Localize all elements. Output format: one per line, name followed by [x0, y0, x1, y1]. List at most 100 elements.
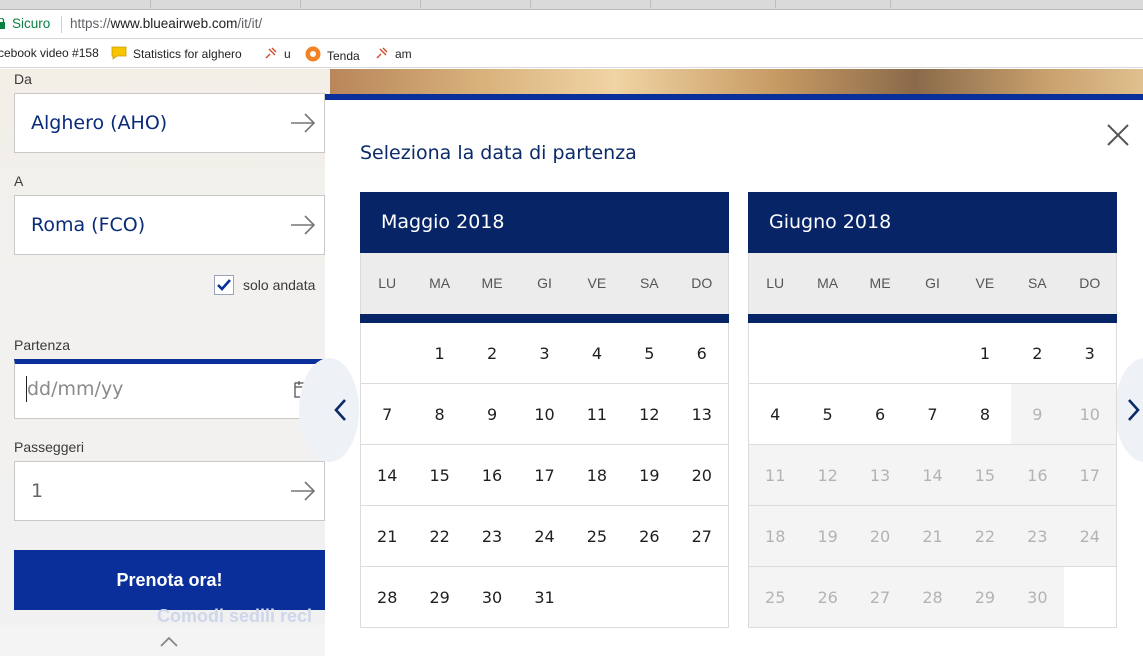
to-value: Roma (FCO): [31, 214, 146, 236]
calendar-day[interactable]: 8: [413, 384, 466, 445]
calendar-day[interactable]: 25: [570, 506, 624, 567]
calendar-day[interactable]: 15: [413, 445, 466, 506]
calendar-day[interactable]: 21: [361, 506, 414, 567]
calendar-day[interactable]: 5: [623, 323, 676, 384]
calendar-day: 15: [958, 445, 1012, 506]
calendar-day[interactable]: 1: [413, 323, 466, 384]
one-way-checkbox[interactable]: [214, 275, 234, 295]
calendar-day[interactable]: 20: [675, 445, 728, 506]
calendar-day[interactable]: 3: [518, 323, 571, 384]
weekday-label: GI: [925, 275, 940, 291]
calendar-empty-cell: [1063, 567, 1116, 628]
tab-divider: [890, 0, 891, 8]
calendar-day[interactable]: 6: [675, 323, 728, 384]
calendar-day[interactable]: 19: [623, 445, 676, 506]
calendar-day: 10: [1063, 384, 1116, 445]
tenda-icon: [305, 46, 321, 62]
calendar-day[interactable]: 23: [465, 506, 519, 567]
to-label: A: [14, 173, 24, 189]
close-icon[interactable]: [1105, 122, 1131, 148]
chevron-left-icon: [334, 399, 346, 421]
weekday-label: SA: [1027, 275, 1047, 291]
weekday-label: VE: [975, 275, 995, 291]
chevron-up-icon[interactable]: [159, 635, 179, 649]
calendar-day[interactable]: 6: [853, 384, 907, 445]
calendar-day: 29: [958, 567, 1012, 628]
calendar-day[interactable]: 18: [570, 445, 624, 506]
bookmark-item[interactable]: cebook video #158: [0, 46, 99, 60]
calendar-day[interactable]: 7: [361, 384, 414, 445]
bookmark-item[interactable]: u: [264, 46, 291, 61]
calendar-day[interactable]: 29: [413, 567, 466, 628]
address-bar[interactable]: Sicuro https://www.blueairweb.com/it/it/: [0, 10, 1143, 39]
comment-icon: [111, 46, 127, 60]
bookmark-label: Tenda: [327, 49, 360, 63]
calendar-day[interactable]: 1: [958, 323, 1012, 384]
calendar-day[interactable]: 14: [361, 445, 414, 506]
promo-text: Comodi sedili recl: [157, 606, 313, 626]
calendar-day: 21: [906, 506, 959, 567]
calendar-day[interactable]: 10: [518, 384, 571, 445]
calendar-day[interactable]: 2: [1011, 323, 1064, 384]
calendar-day: 25: [749, 567, 802, 628]
calendar-day: 17: [1063, 445, 1116, 506]
calendar-day[interactable]: 8: [958, 384, 1012, 445]
departure-date-input[interactable]: dd/mm/yy: [14, 359, 325, 419]
weekday-label: GI: [537, 275, 552, 291]
bookmark-label: am: [395, 47, 412, 61]
weekday-label: ME: [869, 275, 891, 291]
calendar-day[interactable]: 24: [518, 506, 571, 567]
calendar-day: 12: [801, 445, 854, 506]
one-way-label[interactable]: solo andata: [243, 277, 315, 293]
calendar-day[interactable]: 4: [749, 384, 802, 445]
calendar-day[interactable]: 2: [465, 323, 519, 384]
calendar-day[interactable]: 16: [465, 445, 519, 506]
day-grid: 1 2 3 4 5 6 7 8 9 10 11 12 13 14 15 16 17 18 19 20 21 22 23 24 2…: [748, 323, 1117, 628]
calendar-empty-cell: [749, 323, 802, 384]
calendar-day[interactable]: 17: [518, 445, 571, 506]
bookmark-label: cebook video #158: [0, 46, 99, 60]
calendar-day[interactable]: 26: [623, 506, 676, 567]
book-now-button[interactable]: Prenota ora!: [14, 550, 325, 610]
weekday-divider: [748, 314, 1117, 323]
calendar-day[interactable]: 31: [518, 567, 571, 628]
calendar-day[interactable]: 30: [465, 567, 519, 628]
calendar-day: 14: [906, 445, 959, 506]
calendar-day[interactable]: 11: [570, 384, 624, 445]
bookmark-item[interactable]: Statistics for alghero: [111, 46, 242, 61]
month-june-2018: Giugno 2018 LU MA ME GI VE SA DO 1234567…: [748, 192, 1117, 628]
to-field[interactable]: Roma (FCO): [14, 195, 325, 255]
weekday-label: LU: [766, 275, 785, 291]
calendar-day[interactable]: 12: [623, 384, 676, 445]
departure-label: Partenza: [14, 337, 71, 353]
calendar-empty-cell: [570, 567, 624, 628]
calendar-empty-cell: [906, 323, 959, 384]
calendar-day[interactable]: 4: [570, 323, 624, 384]
prev-month-button[interactable]: [299, 358, 359, 462]
bookmark-item[interactable]: Tenda: [305, 46, 360, 63]
calendar-day: 27: [853, 567, 907, 628]
calendar-day[interactable]: 5: [801, 384, 854, 445]
calendar-day[interactable]: 27: [675, 506, 728, 567]
from-field[interactable]: Alghero (AHO): [14, 93, 325, 153]
calendar-day[interactable]: 28: [361, 567, 414, 628]
calendar-empty-cell: [361, 323, 414, 384]
tab-divider: [650, 0, 651, 8]
lock-icon: [0, 18, 5, 29]
passengers-field[interactable]: 1: [14, 461, 325, 521]
next-month-button[interactable]: [1115, 358, 1143, 462]
calendar-day[interactable]: 9: [465, 384, 519, 445]
url-text[interactable]: https://www.blueairweb.com/it/it/: [70, 16, 262, 31]
calendar-empty-cell: [623, 567, 676, 628]
calendar-day: 11: [749, 445, 802, 506]
url-scheme: https://: [70, 16, 111, 31]
month-title: Giugno 2018: [748, 192, 1117, 253]
calendar-day[interactable]: 13: [675, 384, 728, 445]
calendar-day[interactable]: 3: [1063, 323, 1116, 384]
calendar-day[interactable]: 7: [906, 384, 959, 445]
tab-divider: [530, 0, 531, 8]
bookmark-item[interactable]: am: [375, 46, 412, 61]
weekday-header: LU MA ME GI VE SA DO: [360, 253, 729, 314]
weekday-label: ME: [481, 275, 503, 291]
calendar-day[interactable]: 22: [413, 506, 466, 567]
